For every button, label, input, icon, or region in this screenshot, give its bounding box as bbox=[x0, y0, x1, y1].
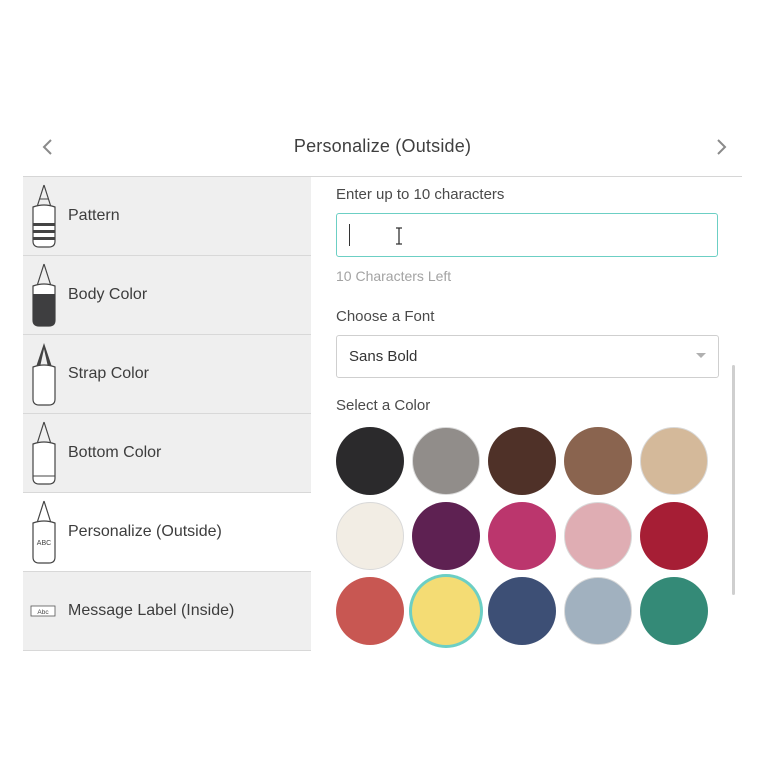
font-select-value: Sans Bold bbox=[349, 348, 418, 365]
sidebar-item-label: Personalize (Outside) bbox=[68, 523, 222, 540]
bag-pattern-icon bbox=[32, 184, 56, 248]
message-label-icon: Abc bbox=[30, 605, 56, 617]
color-swatch[interactable] bbox=[336, 577, 404, 645]
color-swatch[interactable] bbox=[412, 577, 480, 645]
color-swatch[interactable] bbox=[488, 502, 556, 570]
sidebar-item-personalize-outside[interactable]: ABC Personalize (Outside) bbox=[23, 493, 311, 572]
text-caret bbox=[349, 224, 350, 246]
color-label: Select a Color bbox=[336, 397, 431, 414]
text-cursor-icon bbox=[396, 227, 402, 245]
sidebar-item-label: Body Color bbox=[68, 286, 148, 303]
personalize-panel: Enter up to 10 characters 10 Characters … bbox=[312, 177, 742, 649]
color-swatch[interactable] bbox=[412, 427, 480, 495]
input-label: Enter up to 10 characters bbox=[336, 186, 505, 203]
header: Personalize (Outside) bbox=[23, 118, 742, 177]
color-swatch[interactable] bbox=[564, 577, 632, 645]
characters-left-counter: 10 Characters Left bbox=[336, 268, 452, 284]
bag-body-color-icon bbox=[32, 263, 56, 327]
color-swatch[interactable] bbox=[488, 577, 556, 645]
sidebar-item-strap-color[interactable]: Strap Color bbox=[23, 335, 311, 414]
color-swatch[interactable] bbox=[488, 427, 556, 495]
bag-bottom-color-icon bbox=[32, 421, 56, 485]
scrollbar[interactable] bbox=[732, 365, 735, 595]
color-swatch[interactable] bbox=[336, 502, 404, 570]
color-swatch[interactable] bbox=[412, 502, 480, 570]
color-swatch[interactable] bbox=[640, 577, 708, 645]
bag-personalize-icon-text: ABC bbox=[37, 540, 51, 547]
next-step-button[interactable] bbox=[710, 132, 734, 162]
sidebar-item-label: Bottom Color bbox=[68, 444, 162, 461]
color-swatch[interactable] bbox=[564, 502, 632, 570]
color-swatch[interactable] bbox=[336, 427, 404, 495]
sidebar-item-message-label[interactable]: Abc Message Label (Inside) bbox=[23, 572, 311, 651]
page-title: Personalize (Outside) bbox=[293, 136, 472, 156]
sidebar-item-label: Pattern bbox=[68, 207, 120, 224]
sidebar-item-label: Strap Color bbox=[68, 365, 149, 382]
chevron-right-icon bbox=[717, 139, 727, 155]
sidebar-item-pattern[interactable]: Pattern bbox=[23, 177, 311, 256]
bag-personalize-icon: ABC bbox=[32, 500, 56, 564]
bag-strap-color-icon bbox=[32, 343, 56, 406]
sidebar-item-body-color[interactable]: Body Color bbox=[23, 256, 311, 335]
sidebar: Pattern Body Color Strap Color Bottom Co… bbox=[23, 177, 311, 651]
chevron-down-icon bbox=[696, 353, 706, 358]
color-swatch[interactable] bbox=[640, 427, 708, 495]
sidebar-item-label: Message Label (Inside) bbox=[68, 602, 235, 619]
font-label: Choose a Font bbox=[336, 308, 435, 325]
sidebar-item-bottom-color[interactable]: Bottom Color bbox=[23, 414, 311, 493]
font-select[interactable]: Sans Bold bbox=[336, 335, 719, 378]
color-swatch[interactable] bbox=[640, 502, 708, 570]
message-label-icon-text: Abc bbox=[37, 609, 49, 616]
color-swatch[interactable] bbox=[564, 427, 632, 495]
